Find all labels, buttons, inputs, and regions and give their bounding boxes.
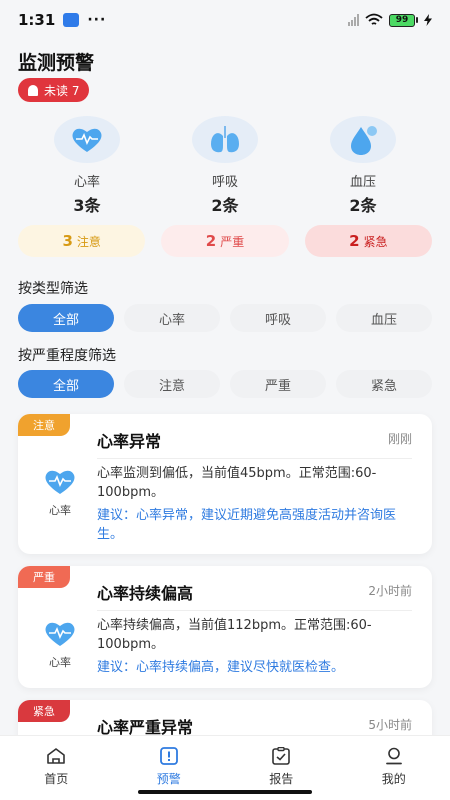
alert-category-label: 心率 bbox=[49, 656, 71, 669]
severity-count: 2 bbox=[349, 232, 360, 250]
severity-attention-pill[interactable]: 3 注意 bbox=[18, 225, 146, 257]
tab-label: 预警 bbox=[156, 772, 181, 786]
more-notifications-icon: ··· bbox=[87, 12, 107, 28]
metric-respiration[interactable]: 呼吸 2条 bbox=[156, 116, 294, 216]
tab-label: 首页 bbox=[44, 772, 69, 786]
bell-icon bbox=[28, 84, 38, 96]
severity-chip-attention[interactable]: 注意 bbox=[124, 370, 220, 398]
status-time: 1:31 bbox=[18, 11, 56, 29]
severity-urgent-pill[interactable]: 2 紧急 bbox=[304, 225, 432, 257]
alert-title: 心率持续偏高 bbox=[97, 584, 194, 603]
blood-drop-icon bbox=[351, 125, 377, 155]
divider bbox=[97, 458, 412, 459]
metric-name: 血压 bbox=[349, 175, 376, 190]
status-bar: 1:31 ··· 99 bbox=[0, 0, 450, 40]
heart-icon bbox=[45, 470, 75, 494]
tab-profile[interactable]: 我的 bbox=[338, 736, 450, 800]
alert-card[interactable]: 注意 心率异常 刚刚 心率 心率监测到偏低，当前值45bpm。正常范围:60-1… bbox=[18, 414, 432, 554]
page-title: 监测预警 bbox=[18, 52, 95, 74]
severity-tag: 注意 bbox=[18, 414, 70, 436]
divider bbox=[97, 610, 412, 611]
type-chip-heart-rate[interactable]: 心率 bbox=[124, 304, 220, 332]
alert-description: 心率监测到偏低，当前值45bpm。正常范围:60-100bpm。 bbox=[97, 466, 377, 500]
alert-icon bbox=[159, 747, 178, 765]
alert-time: 5小时前 bbox=[368, 718, 412, 732]
unread-label: 未读 7 bbox=[44, 83, 80, 98]
lungs-icon bbox=[211, 125, 239, 152]
app-notification-icon bbox=[63, 13, 80, 27]
severity-label: 严重 bbox=[220, 234, 245, 249]
tab-home[interactable]: 首页 bbox=[0, 736, 113, 800]
metric-name: 心率 bbox=[73, 175, 100, 190]
type-filter-chips: 全部 心率 呼吸 血压 bbox=[18, 304, 432, 332]
charging-icon bbox=[424, 14, 432, 26]
severity-count: 2 bbox=[205, 232, 217, 250]
severity-label: 注意 bbox=[76, 234, 101, 249]
type-chip-respiration[interactable]: 呼吸 bbox=[230, 304, 326, 332]
alert-card[interactable]: 严重 心率持续偏高 2小时前 心率 心率持续偏高，当前值112bpm。正常范围:… bbox=[18, 566, 432, 688]
type-chip-blood-pressure[interactable]: 血压 bbox=[336, 304, 432, 332]
severity-tag: 紧急 bbox=[18, 700, 70, 722]
alert-advice: 建议：心率持续偏高，建议尽快就医检查。 bbox=[97, 660, 345, 675]
severity-label: 紧急 bbox=[363, 234, 388, 249]
cellular-signal-icon bbox=[348, 14, 359, 26]
severity-severe-pill[interactable]: 2 严重 bbox=[161, 225, 289, 257]
unread-badge[interactable]: 未读 7 bbox=[18, 78, 90, 102]
tab-label: 我的 bbox=[381, 772, 406, 786]
type-filter-label: 按类型筛选 bbox=[18, 281, 88, 297]
alert-title: 心率异常 bbox=[97, 432, 162, 451]
home-icon bbox=[47, 748, 66, 764]
alert-time: 刚刚 bbox=[387, 432, 412, 446]
home-indicator[interactable] bbox=[138, 790, 312, 794]
severity-filter-label: 按严重程度筛选 bbox=[18, 348, 116, 364]
profile-icon bbox=[385, 747, 402, 765]
severity-filter-chips: 全部 注意 严重 紧急 bbox=[18, 370, 432, 398]
heart-icon bbox=[72, 128, 102, 152]
battery-level: 99 bbox=[389, 13, 415, 27]
alert-description: 心率持续偏高，当前值112bpm。正常范围:60-100bpm。 bbox=[97, 618, 372, 652]
alert-advice: 建议：心率异常，建议近期避免高强度活动并咨询医生。 bbox=[97, 508, 397, 542]
severity-chip-all[interactable]: 全部 bbox=[18, 370, 114, 398]
type-chip-all[interactable]: 全部 bbox=[18, 304, 114, 332]
metric-summary: 心率 3条 呼吸 2条 血压 2条 bbox=[18, 116, 432, 216]
severity-chip-urgent[interactable]: 紧急 bbox=[336, 370, 432, 398]
alert-category: 心率 bbox=[38, 468, 82, 518]
metric-name: 呼吸 bbox=[211, 175, 238, 190]
alert-category: 心率 bbox=[38, 620, 82, 670]
wifi-icon bbox=[365, 13, 383, 25]
severity-chip-severe[interactable]: 严重 bbox=[230, 370, 326, 398]
metric-count: 3条 bbox=[73, 196, 101, 215]
battery-icon: 99 bbox=[389, 13, 418, 27]
metric-blood-pressure[interactable]: 血压 2条 bbox=[294, 116, 432, 216]
metric-count: 2条 bbox=[349, 196, 377, 215]
severity-summary: 3 注意 2 严重 2 紧急 bbox=[18, 225, 432, 257]
severity-count: 3 bbox=[62, 232, 73, 250]
alert-time: 2小时前 bbox=[368, 584, 412, 598]
tab-label: 报告 bbox=[269, 772, 294, 786]
report-icon bbox=[272, 747, 291, 765]
metric-count: 2条 bbox=[211, 196, 239, 215]
severity-tag: 严重 bbox=[18, 566, 70, 588]
heart-icon bbox=[45, 622, 75, 646]
metric-heart-rate[interactable]: 心率 3条 bbox=[18, 116, 156, 216]
alert-category-label: 心率 bbox=[49, 504, 71, 517]
